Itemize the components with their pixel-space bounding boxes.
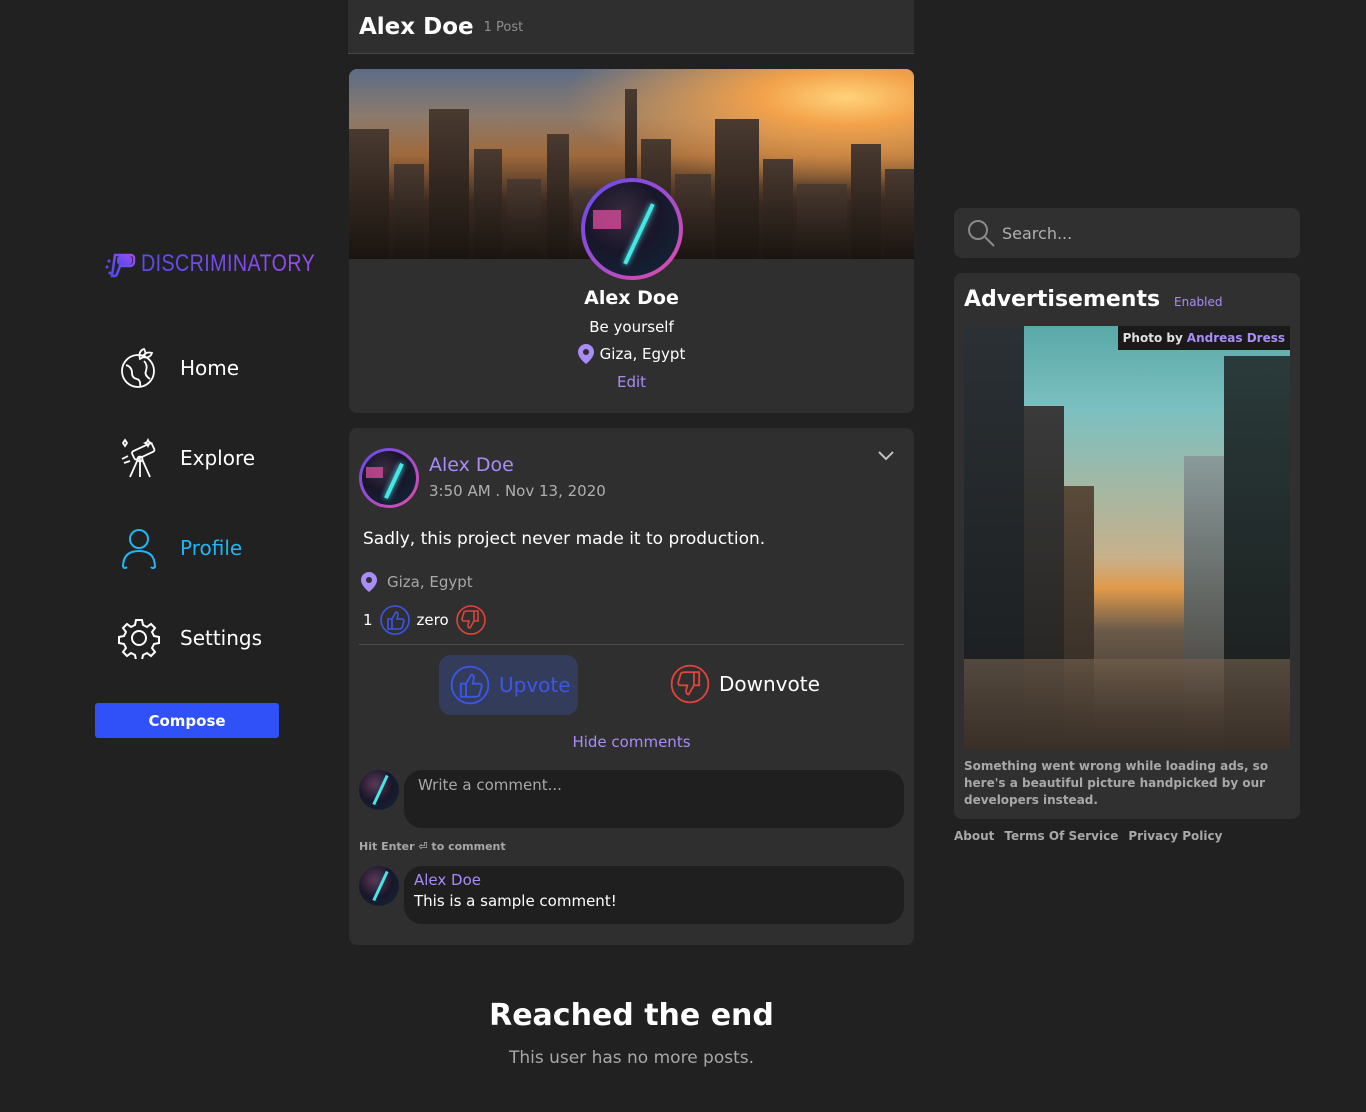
profile-header-bar: Alex Doe 1 Post (348, 0, 914, 54)
upvote-count: 1 (363, 611, 373, 629)
nav-item-home[interactable]: Home (118, 347, 239, 389)
thumbs-down-icon (455, 605, 486, 635)
profile-avatar[interactable] (581, 178, 683, 280)
post-author-avatar[interactable] (359, 448, 419, 508)
footer-links: About Terms Of Service Privacy Policy (954, 829, 1222, 843)
footer-link-about[interactable]: About (954, 829, 994, 843)
chevron-down-icon (878, 451, 894, 461)
end-of-feed-title: Reached the end (489, 998, 774, 1033)
upvote-label: Upvote (499, 673, 571, 697)
advertisements-panel: Advertisements Enabled Photo by Andreas … (954, 273, 1300, 819)
location-pin-icon (361, 572, 377, 592)
nav-label-settings: Settings (180, 626, 263, 650)
nav-item-profile[interactable]: Profile (118, 527, 242, 569)
brand-logo[interactable]: DISCRIMINATORY (103, 247, 353, 281)
hide-comments-link[interactable]: Hide comments (349, 733, 914, 751)
user-icon (122, 529, 157, 569)
ads-title: Advertisements (964, 287, 1161, 312)
profile-location: Giza, Egypt (349, 344, 914, 364)
post-author-name[interactable]: Alex Doe (429, 454, 514, 476)
profile-bio: Be yourself (589, 318, 674, 336)
comment-author[interactable]: Alex Doe (414, 871, 894, 889)
gear-icon (118, 619, 160, 659)
logo-icon (105, 253, 136, 278)
profile-location-text: Giza, Egypt (599, 345, 686, 363)
location-pin-icon (577, 344, 594, 364)
brand-name: DISCRIMINATORY (141, 250, 316, 277)
upvote-button[interactable]: Upvote (439, 655, 578, 715)
thumbs-up-icon (450, 665, 490, 705)
ad-image: Photo by Andreas Dress (964, 326, 1290, 749)
footer-link-terms[interactable]: Terms Of Service (1004, 829, 1118, 843)
footer-link-privacy[interactable]: Privacy Policy (1128, 829, 1222, 843)
post-text: Sadly, this project never made it to pro… (363, 529, 766, 549)
telescope-icon (121, 437, 156, 478)
nav-label-profile: Profile (180, 536, 243, 560)
nav-label-home: Home (180, 356, 240, 380)
photo-credit-author-link[interactable]: Andreas Dress (1187, 331, 1285, 345)
thumbs-down-icon (670, 664, 710, 704)
comment-text: This is a sample comment! (414, 892, 617, 910)
profile-name: Alex Doe (584, 287, 679, 309)
header-name: Alex Doe (359, 13, 474, 40)
ads-fallback-note: Something went wrong while loading ads, … (964, 759, 1269, 807)
downvote-label: Downvote (719, 672, 820, 696)
ads-status-badge: Enabled (1174, 295, 1223, 309)
post-divider (359, 644, 904, 645)
vote-counts: 1 zero (363, 604, 487, 636)
globe-plant-icon (121, 347, 155, 388)
compose-button[interactable]: Compose (95, 703, 279, 738)
nav-item-explore[interactable]: Explore (118, 437, 255, 479)
post-location: Giza, Egypt (361, 572, 473, 592)
downvote-button[interactable]: Downvote (669, 663, 820, 705)
photo-credit-prefix: Photo by (1122, 331, 1183, 345)
search-icon (968, 220, 995, 247)
post-options-button[interactable] (877, 448, 895, 462)
end-of-feed-subtitle: This user has no more posts. (508, 1048, 755, 1068)
nav-item-settings[interactable]: Settings (118, 617, 262, 659)
search-bar[interactable] (954, 208, 1300, 258)
downvote-count: zero (416, 611, 449, 629)
post-card: Alex Doe 3:50 AM . Nov 13, 2020 Sadly, t… (349, 428, 914, 945)
comment-input[interactable] (404, 770, 904, 828)
search-input[interactable] (1002, 223, 1282, 243)
post-location-text: Giza, Egypt (387, 573, 473, 591)
edit-profile-link[interactable]: Edit (349, 373, 914, 391)
nav-label-explore: Explore (180, 446, 256, 470)
header-post-count: 1 Post (483, 20, 524, 35)
profile-card: Alex Doe Be yourself Giza, Egypt Edit (349, 69, 914, 413)
comment-avatar[interactable] (359, 866, 399, 906)
post-timestamp: 3:50 AM . Nov 13, 2020 (429, 482, 606, 500)
comment-hint: Hit Enter ⏎ to comment (359, 840, 506, 853)
photo-credit: Photo by Andreas Dress (1117, 326, 1290, 350)
comment: Alex Doe This is a sample comment! (404, 866, 904, 924)
comment-composer-avatar (359, 770, 399, 810)
thumbs-up-icon (379, 605, 410, 635)
